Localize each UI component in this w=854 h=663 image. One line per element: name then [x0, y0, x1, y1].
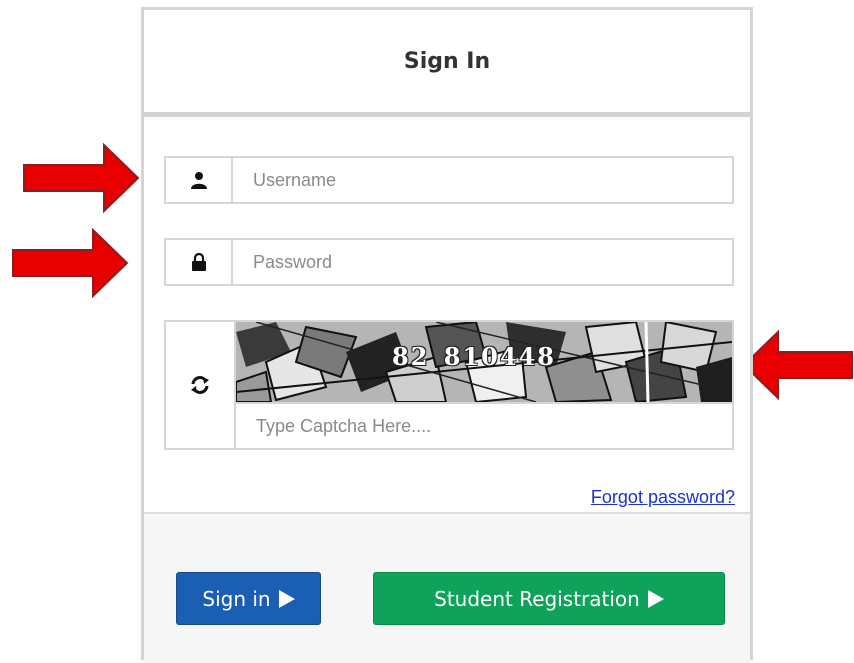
sign-in-button-label: Sign in [202, 586, 271, 611]
annotation-arrow-username [23, 143, 140, 213]
annotation-arrow-password [12, 228, 129, 298]
page-title: Sign In [403, 48, 491, 74]
annotation-arrow-captcha [742, 330, 853, 400]
captcha-code: 82 810448 [392, 342, 556, 371]
student-registration-button[interactable]: Student Registration [373, 572, 725, 625]
panel-header: Sign In [144, 10, 750, 117]
play-arrow-icon [647, 589, 664, 608]
student-registration-button-label: Student Registration [434, 586, 640, 611]
lock-icon [166, 240, 233, 284]
captcha-group: 82 810448 [164, 320, 734, 450]
panel-footer: Sign in Student Registration [144, 512, 750, 663]
captcha-input[interactable] [236, 404, 732, 448]
password-group [164, 238, 734, 286]
sign-in-button[interactable]: Sign in [176, 572, 321, 625]
user-icon [166, 158, 233, 202]
password-input[interactable] [233, 240, 732, 284]
username-group [164, 156, 734, 204]
refresh-icon[interactable] [166, 322, 236, 448]
sign-in-panel: Sign In Username 82 810448 Type Captcha … [141, 7, 753, 663]
captcha-image: 82 810448 [236, 322, 732, 404]
forgot-password-link[interactable]: Forgot password? [591, 487, 735, 508]
play-arrow-icon [278, 589, 295, 608]
username-input[interactable] [233, 158, 732, 202]
